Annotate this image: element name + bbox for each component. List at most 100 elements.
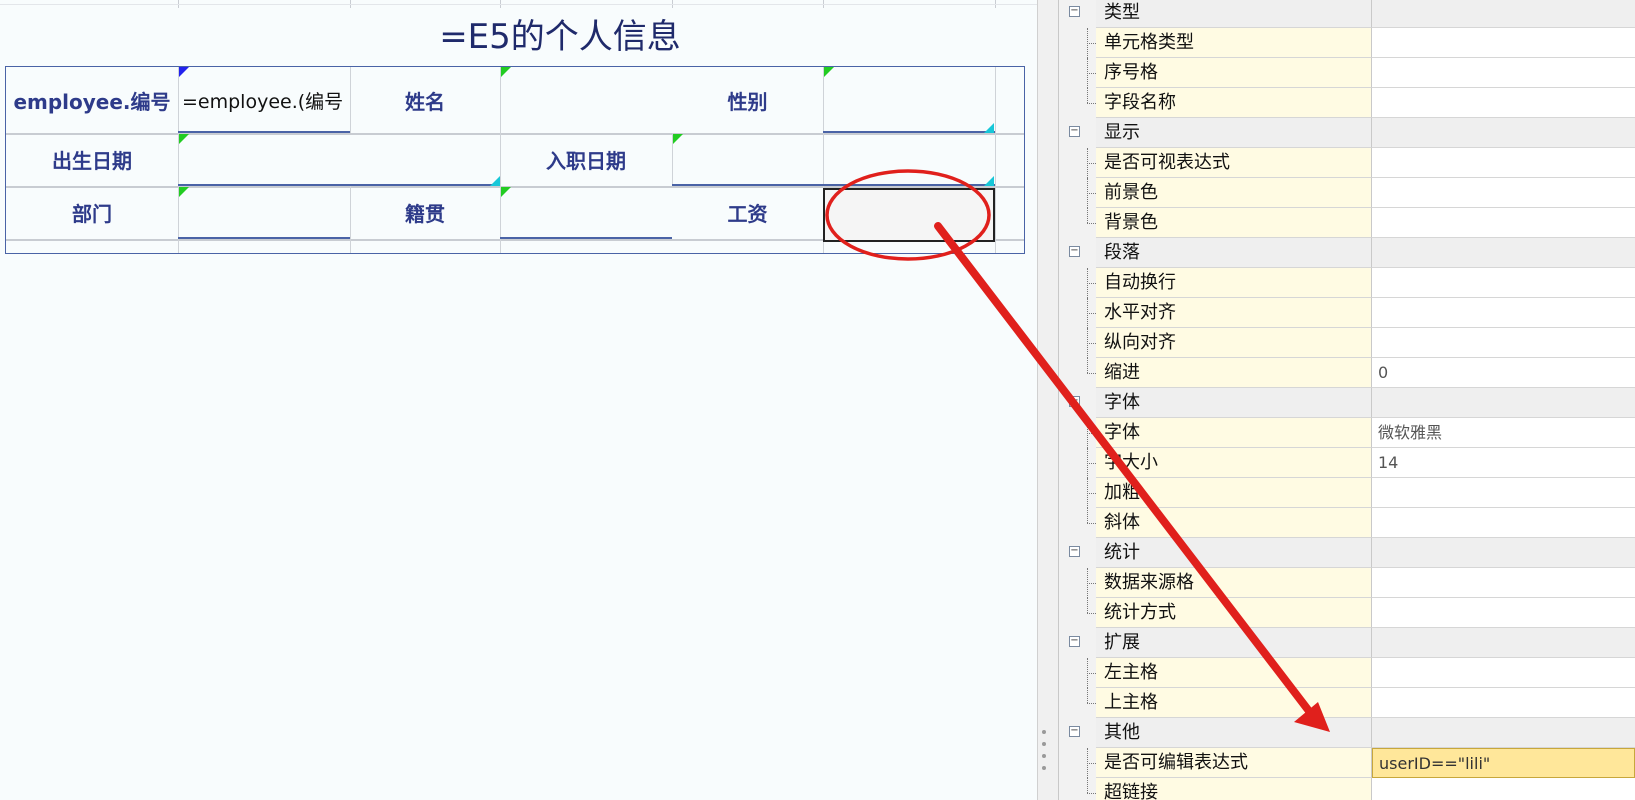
value-hire-date-cell[interactable] <box>672 133 995 186</box>
label-department[interactable]: 部门 <box>6 186 178 239</box>
property-group-row[interactable]: − 字体 <box>1059 388 1635 418</box>
property-value[interactable] <box>1372 718 1635 748</box>
property-row[interactable]: 字段名称 <box>1059 88 1635 118</box>
report-title[interactable]: =E5的个人信息 <box>180 12 940 62</box>
property-value[interactable] <box>1372 598 1635 628</box>
tree-line <box>1087 673 1096 674</box>
property-value[interactable] <box>1372 778 1635 800</box>
property-value[interactable] <box>1372 568 1635 598</box>
property-group-row[interactable]: − 扩展 <box>1059 628 1635 658</box>
cell-marker <box>984 123 994 133</box>
property-value[interactable] <box>1372 328 1635 358</box>
label-native-place[interactable]: 籍贯 <box>350 186 500 239</box>
property-value[interactable] <box>1372 268 1635 298</box>
property-value[interactable] <box>1372 238 1635 268</box>
property-row[interactable]: 单元格类型 <box>1059 28 1635 58</box>
collapse-toggle-icon[interactable]: − <box>1069 246 1080 257</box>
label-salary[interactable]: 工资 <box>672 186 823 239</box>
property-row[interactable]: 纵向对齐 <box>1059 328 1635 358</box>
property-group-row[interactable]: − 其他 <box>1059 718 1635 748</box>
cell-marker <box>501 187 511 197</box>
tree-gutter <box>1059 568 1096 598</box>
tree-line <box>1087 703 1096 704</box>
property-value[interactable]: 微软雅黑 <box>1372 418 1635 448</box>
property-value[interactable] <box>1372 148 1635 178</box>
panel-splitter[interactable] <box>1037 0 1059 800</box>
property-row[interactable]: 统计方式 <box>1059 598 1635 628</box>
property-row[interactable]: 序号格 <box>1059 58 1635 88</box>
tree-line <box>1087 313 1096 314</box>
value-gender-cell[interactable] <box>823 67 995 133</box>
property-row[interactable]: 是否可编辑表达式 userID=="lili" <box>1059 748 1635 778</box>
property-value[interactable] <box>1372 508 1635 538</box>
property-value[interactable] <box>1372 28 1635 58</box>
property-name: 加粗 <box>1096 478 1372 508</box>
property-row[interactable]: 数据来源格 <box>1059 568 1635 598</box>
property-row[interactable]: 字大小 14 <box>1059 448 1635 478</box>
property-value[interactable] <box>1372 178 1635 208</box>
property-row[interactable]: 左主格 <box>1059 658 1635 688</box>
property-value-editing[interactable]: userID=="lili" <box>1372 748 1635 778</box>
value-department-cell[interactable] <box>178 186 350 239</box>
property-row[interactable]: 缩进 0 <box>1059 358 1635 388</box>
property-name: 统计方式 <box>1096 598 1372 628</box>
report-designer-canvas[interactable]: =E5的个人信息 employee.编号 =employee.(编号 姓名 性别… <box>0 0 1037 800</box>
property-value[interactable] <box>1372 0 1635 28</box>
property-value[interactable] <box>1372 658 1635 688</box>
property-row[interactable]: 背景色 <box>1059 208 1635 238</box>
tree-line <box>1087 613 1096 614</box>
tree-gutter <box>1059 208 1096 238</box>
property-value[interactable] <box>1372 688 1635 718</box>
property-name: 前景色 <box>1096 178 1372 208</box>
property-row[interactable]: 前景色 <box>1059 178 1635 208</box>
tree-line <box>1087 763 1096 764</box>
value-native-place-cell[interactable] <box>500 186 672 239</box>
property-group-row[interactable]: − 统计 <box>1059 538 1635 568</box>
collapse-toggle-icon[interactable]: − <box>1069 546 1080 557</box>
expr-employee-id[interactable]: =employee.(编号 <box>178 67 350 133</box>
property-name: 上主格 <box>1096 688 1372 718</box>
property-row[interactable]: 水平对齐 <box>1059 298 1635 328</box>
property-group-row[interactable]: − 类型 <box>1059 0 1635 28</box>
collapse-toggle-icon[interactable]: − <box>1069 126 1080 137</box>
property-name: 是否可编辑表达式 <box>1096 748 1372 778</box>
value-name-cell[interactable] <box>500 67 672 133</box>
value-birth-date-cell[interactable] <box>178 133 500 186</box>
collapse-toggle-icon[interactable]: − <box>1069 636 1080 647</box>
property-name: 数据来源格 <box>1096 568 1372 598</box>
property-value[interactable] <box>1372 118 1635 148</box>
property-value[interactable] <box>1372 58 1635 88</box>
property-value[interactable] <box>1372 538 1635 568</box>
property-value[interactable] <box>1372 628 1635 658</box>
property-row[interactable]: 斜体 <box>1059 508 1635 538</box>
tree-line <box>1087 73 1096 74</box>
property-value[interactable] <box>1372 88 1635 118</box>
property-value[interactable] <box>1372 208 1635 238</box>
property-row[interactable]: 超链接 <box>1059 778 1635 800</box>
property-group-row[interactable]: − 显示 <box>1059 118 1635 148</box>
label-employee-id[interactable]: employee.编号 <box>6 67 178 133</box>
tree-line <box>1087 373 1096 374</box>
tree-line <box>1087 103 1096 104</box>
property-row[interactable]: 加粗 <box>1059 478 1635 508</box>
label-birth-date[interactable]: 出生日期 <box>6 133 178 186</box>
property-row[interactable]: 上主格 <box>1059 688 1635 718</box>
collapse-toggle-icon[interactable]: − <box>1069 396 1080 407</box>
property-value[interactable] <box>1372 478 1635 508</box>
collapse-toggle-icon[interactable]: − <box>1069 726 1080 737</box>
property-value[interactable]: 0 <box>1372 358 1635 388</box>
tree-gutter <box>1059 358 1096 388</box>
property-row[interactable]: 是否可视表达式 <box>1059 148 1635 178</box>
label-hire-date[interactable]: 入职日期 <box>500 133 672 186</box>
property-value[interactable]: 14 <box>1372 448 1635 478</box>
property-value[interactable] <box>1372 388 1635 418</box>
property-value[interactable] <box>1372 298 1635 328</box>
property-row[interactable]: 字体 微软雅黑 <box>1059 418 1635 448</box>
label-gender[interactable]: 性别 <box>672 67 823 133</box>
label-name[interactable]: 姓名 <box>350 67 500 133</box>
tree-gutter <box>1059 58 1096 88</box>
property-row[interactable]: 自动换行 <box>1059 268 1635 298</box>
collapse-toggle-icon[interactable]: − <box>1069 6 1080 17</box>
property-group-row[interactable]: − 段落 <box>1059 238 1635 268</box>
selected-salary-cell[interactable] <box>823 188 995 242</box>
